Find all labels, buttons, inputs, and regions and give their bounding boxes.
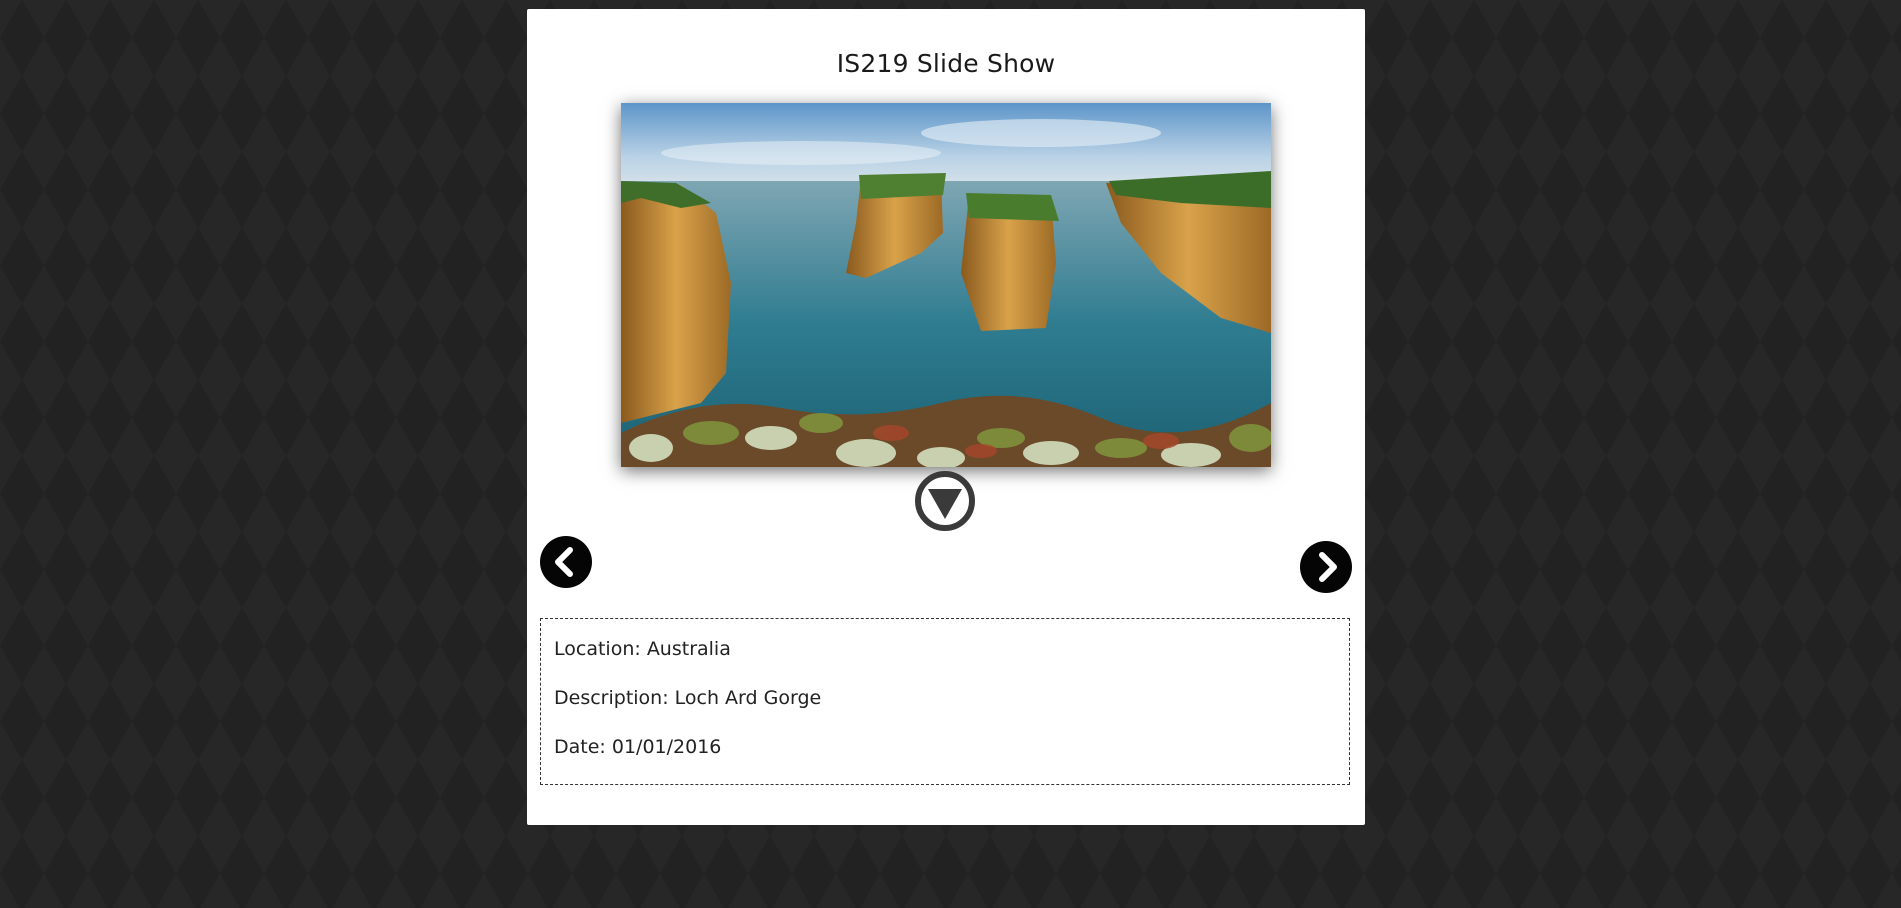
date-line: Date: 01/01/2016 <box>554 735 1336 760</box>
location-label: Location: <box>554 638 647 660</box>
location-value: Australia <box>646 638 731 660</box>
next-slide-button[interactable] <box>1300 541 1352 593</box>
date-value: 01/01/2016 <box>611 736 722 758</box>
page-title: IS219 Slide Show <box>836 49 1056 78</box>
slide-photo <box>621 103 1271 467</box>
slideshow-panel: IS219 Slide Show Location: Australia Des… <box>527 9 1365 825</box>
triangle-down-circle-icon <box>915 471 975 531</box>
slide-details: Location: Australia Description: Loch Ar… <box>540 618 1350 785</box>
location-line: Location: Australia <box>554 637 1336 662</box>
slide-image <box>621 103 1271 467</box>
description-value: Loch Ard Gorge <box>674 687 822 709</box>
toggle-details-button[interactable] <box>913 469 977 533</box>
chevron-left-icon <box>555 547 573 577</box>
date-label: Date: <box>554 736 612 758</box>
description-label: Description: <box>554 687 675 709</box>
description-line: Description: Loch Ard Gorge <box>554 686 1336 711</box>
chevron-right-icon <box>1319 552 1337 582</box>
previous-slide-button[interactable] <box>540 536 592 588</box>
